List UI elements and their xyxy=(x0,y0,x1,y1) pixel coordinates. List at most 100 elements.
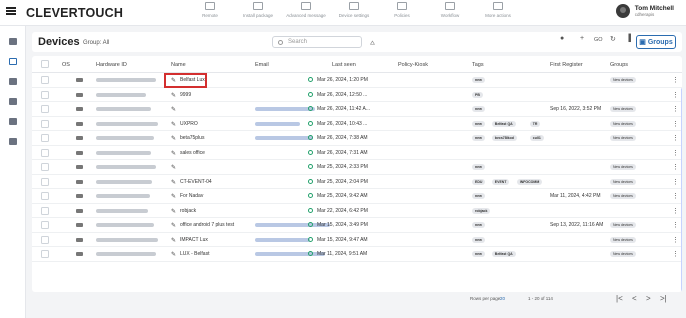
gear-icon[interactable] xyxy=(9,138,17,145)
row-checkbox[interactable] xyxy=(41,206,49,215)
col-policy-kiosk[interactable]: Policy-Kiosk xyxy=(398,62,428,68)
refresh-icon[interactable]: ↻ xyxy=(610,35,616,43)
col-last-seen[interactable]: Last seen xyxy=(332,62,356,68)
edit-icon[interactable]: ✎ xyxy=(171,164,176,171)
device-name: sales office xyxy=(180,149,205,156)
toolbar-more-actions[interactable]: More actions xyxy=(474,2,522,18)
col-groups[interactable]: Groups xyxy=(610,62,628,68)
last-page-button[interactable]: >| xyxy=(660,294,667,303)
col-first-register[interactable]: First Register xyxy=(550,62,583,68)
col-hardware-id[interactable]: Hardware ID xyxy=(96,62,127,68)
clock-icon xyxy=(308,106,313,111)
more-options-icon[interactable]: ⋮ xyxy=(672,105,679,113)
row-checkbox[interactable] xyxy=(41,235,49,244)
first-page-button[interactable]: |< xyxy=(616,294,623,303)
table-row[interactable]: ✎ LUX - Belfast Mar 11, 2024, 9:51 AM new Be… xyxy=(32,247,682,262)
table-row[interactable]: ✎ office android 7 plus test Mar 15, 2024,… xyxy=(32,218,682,233)
row-checkbox[interactable] xyxy=(41,177,49,186)
table-row[interactable]: ✎ UXPRO Mar 26, 2024, 10:43 ... new Belfast … xyxy=(32,117,682,131)
groups-button[interactable]: ▣ Groups xyxy=(636,35,676,49)
edit-icon[interactable]: ✎ xyxy=(171,121,176,128)
user-menu[interactable]: Tom Mitchell cdherapis xyxy=(615,4,674,18)
table-row[interactable]: ✎ sales office Mar 26, 2024, 7:31 AM ⋮ xyxy=(32,146,682,160)
email-redacted xyxy=(255,121,300,126)
edit-icon[interactable]: ✎ xyxy=(171,92,176,99)
more-options-icon[interactable]: ⋮ xyxy=(672,221,679,229)
filter-icon[interactable]: ⩟ xyxy=(370,38,375,48)
more-options-icon[interactable]: ⋮ xyxy=(672,76,679,84)
table-row[interactable]: ✎ For Nadav Mar 25, 2024, 9:42 AM new Mar 11… xyxy=(32,189,682,204)
edit-icon[interactable]: ✎ xyxy=(171,237,176,244)
more-options-icon[interactable]: ⋮ xyxy=(672,236,679,244)
edit-icon[interactable]: ✎ xyxy=(171,251,176,258)
row-checkbox[interactable] xyxy=(41,250,49,258)
more-options-icon[interactable]: ⋮ xyxy=(672,250,679,258)
edit-icon[interactable]: ✎ xyxy=(171,179,176,186)
row-checkbox[interactable] xyxy=(41,148,49,157)
edit-icon[interactable]: ✎ xyxy=(171,106,176,113)
table-row[interactable]: ✎ Mar 26, 2024, 11:42 A... new Sep 16, 2022… xyxy=(32,102,682,117)
edit-icon[interactable]: ✎ xyxy=(171,150,176,157)
clipboard-icon[interactable] xyxy=(9,118,17,125)
col-name[interactable]: Name xyxy=(171,62,186,68)
next-page-button[interactable]: > xyxy=(646,294,651,303)
edit-icon[interactable]: ✎ xyxy=(171,222,176,229)
location-icon[interactable]: ● xyxy=(560,35,564,42)
table-row[interactable]: ✎ CT-EVENT-04 Mar 25, 2024, 2:04 PM EDU EVEN… xyxy=(32,175,682,189)
side-nav xyxy=(0,26,26,318)
edit-icon[interactable]: ✎ xyxy=(171,193,176,200)
prev-page-button[interactable]: < xyxy=(632,294,637,303)
col-os[interactable]: OS xyxy=(62,62,70,68)
toolbar-device-settings[interactable]: Device settings xyxy=(330,2,378,18)
edit-icon[interactable]: ✎ xyxy=(171,135,176,142)
last-seen: Mar 25, 2024, 2:33 PM xyxy=(317,164,368,170)
row-checkbox[interactable] xyxy=(41,163,49,171)
group-label[interactable]: Group: All xyxy=(83,40,109,46)
search-input[interactable]: Search xyxy=(272,36,362,48)
row-checkbox[interactable] xyxy=(41,90,49,99)
more-options-icon[interactable]: ⋮ xyxy=(672,192,679,200)
col-email[interactable]: Email xyxy=(255,62,269,68)
row-checkbox[interactable] xyxy=(41,76,49,84)
table-row[interactable]: ✎ IMPACT Lux Mar 15, 2024, 9:47 AM new New d… xyxy=(32,233,682,247)
add-button[interactable]: + xyxy=(580,35,584,42)
row-checkbox[interactable] xyxy=(41,221,49,229)
tag-badge: EDU xyxy=(472,178,486,185)
rows-per-page-select[interactable]: 20 xyxy=(500,296,505,301)
toolbar-install-package[interactable]: Install package xyxy=(234,2,282,18)
columns-icon[interactable]: ▐ xyxy=(626,35,631,42)
users-icon[interactable] xyxy=(9,98,17,105)
select-all-checkbox[interactable] xyxy=(41,60,49,68)
row-checkbox[interactable] xyxy=(41,119,49,128)
more-options-icon[interactable]: ⋮ xyxy=(672,134,679,142)
more-options-icon[interactable]: ⋮ xyxy=(672,120,679,128)
tag-badge: new xyxy=(472,251,485,257)
toolbar-policies[interactable]: Policies xyxy=(378,2,426,18)
col-tags[interactable]: Tags xyxy=(472,62,484,68)
more-options-icon[interactable]: ⋮ xyxy=(672,91,679,99)
menu-icon[interactable] xyxy=(6,7,16,15)
more-options-icon[interactable]: ⋮ xyxy=(672,207,679,215)
row-checkbox[interactable] xyxy=(41,134,49,142)
row-checkbox[interactable] xyxy=(41,192,49,200)
scrollbar[interactable] xyxy=(681,88,682,292)
table-row[interactable]: ✎ 9999 Mar 26, 2024, 12:50 ... PB ⋮ xyxy=(32,88,682,102)
more-options-icon[interactable]: ⋮ xyxy=(672,178,679,186)
shield-icon[interactable] xyxy=(9,78,17,85)
table-row[interactable]: ✎ Belfast Lux Mar 26, 2024, 1:20 PM new New … xyxy=(32,73,682,88)
more-options-icon[interactable]: ⋮ xyxy=(672,149,679,157)
toolbar-remote[interactable]: Remote xyxy=(186,2,234,18)
table-row[interactable]: ✎ beta75plus Mar 26, 2024, 7:38 AM new bvcs7… xyxy=(32,131,682,146)
go-button[interactable]: GO xyxy=(594,37,603,43)
edit-icon[interactable]: ✎ xyxy=(171,208,176,215)
tag-badge: EVENT xyxy=(491,178,510,185)
toolbar-workflow[interactable]: Workflow xyxy=(426,2,474,18)
devices-icon[interactable] xyxy=(9,58,17,65)
table-row[interactable]: ✎ robjack Mar 22, 2024, 6:42 PM robjack ⋮ xyxy=(32,204,682,218)
hardware-id-redacted xyxy=(96,92,146,97)
table-row[interactable]: ✎ Mar 25, 2024, 2:33 PM new New devices ⋮ xyxy=(32,160,682,175)
more-options-icon[interactable]: ⋮ xyxy=(672,163,679,171)
dashboard-icon[interactable] xyxy=(9,38,17,45)
toolbar-advanced-message[interactable]: Advanced message xyxy=(282,2,330,18)
row-checkbox[interactable] xyxy=(41,105,49,113)
